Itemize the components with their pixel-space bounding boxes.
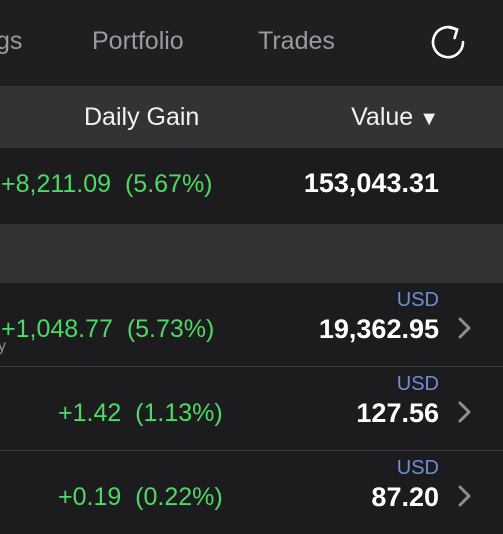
holding-daily-gain: +0.19 (0.22%) xyxy=(58,483,223,512)
chevron-right-icon xyxy=(458,317,471,339)
total-row: +8,211.09 (5.67%) 153,043.31 xyxy=(0,148,503,224)
refresh-icon xyxy=(431,25,465,59)
holding-daily-gain-amount: +0.19 xyxy=(58,483,122,511)
holding-daily-gain: +1,048.77 (5.73%) xyxy=(1,315,214,344)
section-header xyxy=(0,224,503,283)
refresh-button[interactable] xyxy=(422,16,474,68)
holding-daily-gain-amount: +1,048.77 xyxy=(1,315,113,343)
holding-daily-gain-percent: (0.22%) xyxy=(135,483,223,511)
column-header: Daily Gain Value ▼ xyxy=(0,86,503,148)
sort-descending-icon: ▼ xyxy=(419,108,439,130)
holding-name-truncated: y xyxy=(0,338,6,355)
tab-portfolio[interactable]: Portfolio xyxy=(92,27,184,56)
holding-daily-gain-percent: (5.73%) xyxy=(126,315,215,343)
total-daily-gain-percent: (5.67%) xyxy=(124,170,213,198)
holding-value: 19,362.95 xyxy=(318,314,439,344)
holding-value: 87.20 xyxy=(371,482,439,512)
holding-currency: USD xyxy=(396,373,439,395)
holding-daily-gain-percent: (1.13%) xyxy=(135,399,223,427)
holding-currency: USD xyxy=(396,289,439,311)
holding-value: 127.56 xyxy=(356,398,439,428)
tab-holdings[interactable]: gs xyxy=(0,27,22,56)
column-daily-gain[interactable]: Daily Gain xyxy=(84,103,199,132)
chevron-right-icon xyxy=(458,401,471,423)
holding-row[interactable]: +0.19 (0.22%) USD 87.20 xyxy=(0,451,503,534)
column-value-label: Value xyxy=(351,103,414,131)
holding-currency: USD xyxy=(396,457,439,479)
total-daily-gain: +8,211.09 (5.67%) xyxy=(1,170,213,199)
holding-row[interactable]: +1,048.77 (5.73%) y USD 19,362.95 xyxy=(0,283,503,367)
tab-trades[interactable]: Trades xyxy=(258,27,335,56)
top-tab-bar: gs Portfolio Trades xyxy=(0,0,503,86)
holding-daily-gain-amount: +1.42 xyxy=(58,399,122,427)
holding-row[interactable]: +1.42 (1.13%) USD 127.56 xyxy=(0,367,503,451)
column-value[interactable]: Value ▼ xyxy=(351,103,439,132)
total-value: 153,043.31 xyxy=(303,168,439,198)
chevron-right-icon xyxy=(458,485,471,507)
holdings-screen: gs Portfolio Trades Daily Gain Value ▼ +8… xyxy=(0,0,503,534)
holding-daily-gain: +1.42 (1.13%) xyxy=(58,399,223,428)
total-daily-gain-amount: +8,211.09 xyxy=(1,170,112,198)
